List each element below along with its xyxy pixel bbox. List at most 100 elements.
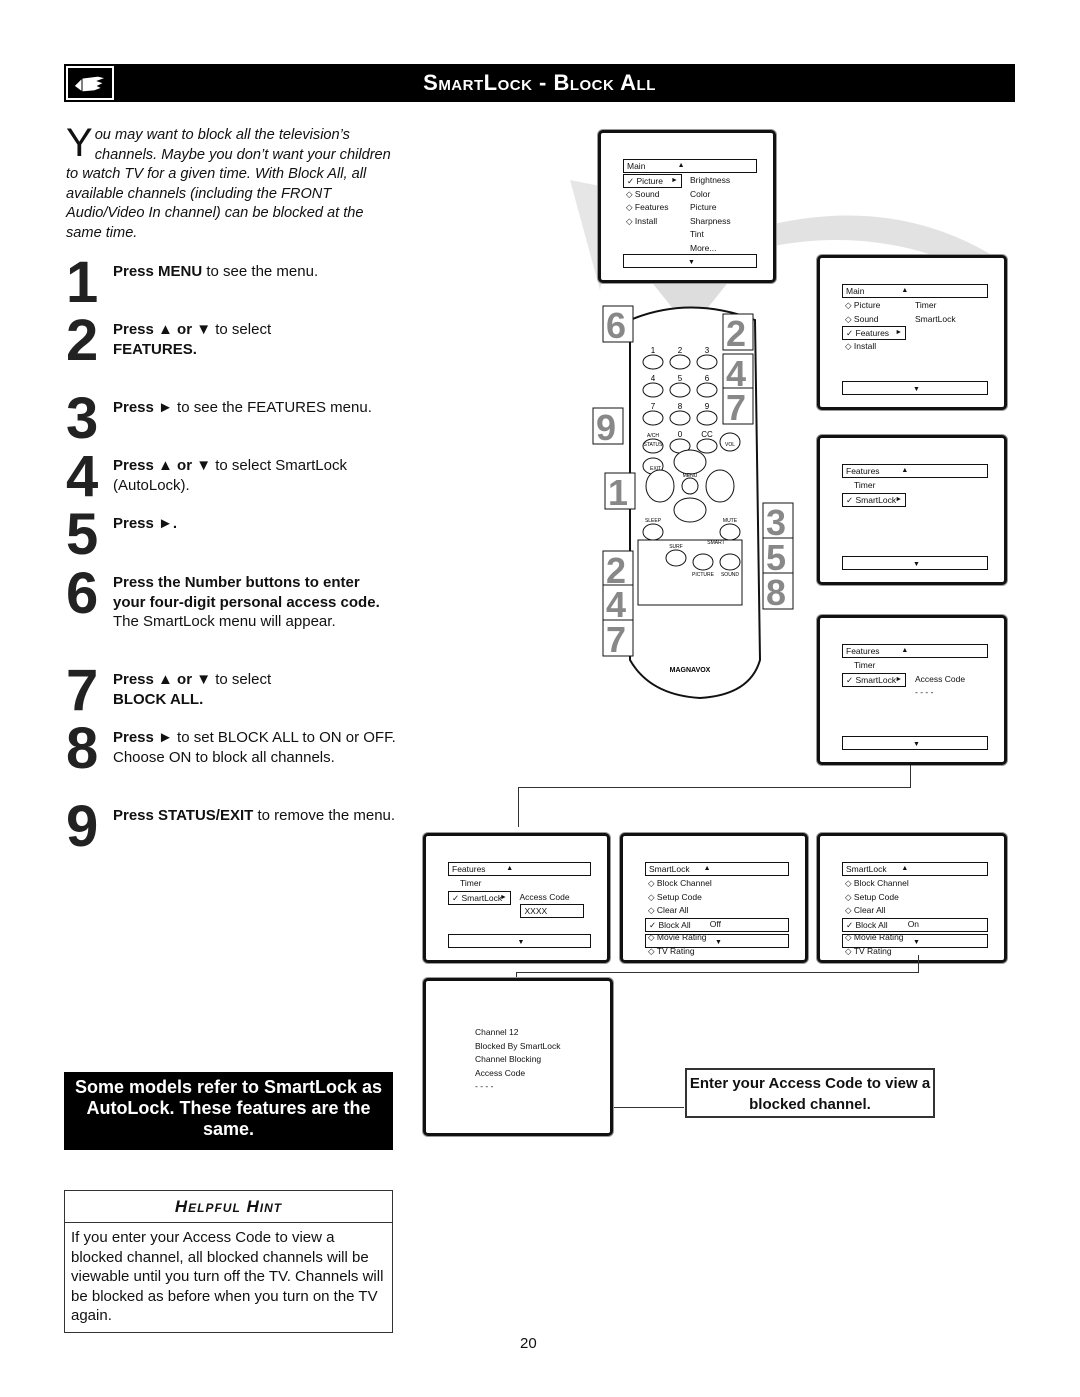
menu-item[interactable]: ✓ SmartLock ► [842, 672, 907, 687]
step-text: Press the Number buttons to enter your f… [113, 573, 396, 632]
remote-button-2[interactable] [669, 354, 691, 370]
remote-button-sleep[interactable] [642, 523, 664, 541]
remote-button-picture[interactable] [692, 553, 714, 571]
step-number: 5 [66, 502, 98, 567]
menu-item-label: Features [634, 202, 669, 213]
step-callout-number: 8 [766, 572, 786, 613]
menu-item[interactable]: ◇ Setup Code [645, 891, 702, 903]
remote-button-sound[interactable] [719, 553, 741, 571]
menu-item[interactable]: ◇ Block Channel [645, 877, 712, 889]
menu-item-label: Clear All [853, 905, 886, 916]
menu-bottom-bar: ▼ [842, 736, 988, 750]
menu-item[interactable]: ◇ Setup Code [842, 891, 899, 903]
step-number: 3 [66, 386, 98, 451]
step-9: 9 Press STATUS/EXIT to remove the menu. [66, 798, 396, 856]
menu-screen: Features ▲ Timer ✓ SmartLock ► Access Code - … [817, 615, 1007, 765]
menu-item-label: Block All [855, 919, 888, 930]
down-arrow-icon: ▼ [517, 939, 525, 946]
step-plain: to see the menu. [202, 263, 319, 280]
diamond-icon: ◇ [845, 905, 852, 916]
menu-item-label: Timer [854, 480, 876, 490]
page-title: SmartLock - Block All [64, 64, 1015, 102]
menu-subitem-label: SmartLock [915, 313, 956, 324]
hint-title: Helpful Hint [65, 1191, 392, 1223]
menu-item-label: Sound [853, 313, 879, 324]
step-text: Press MENU to see the menu. [113, 262, 396, 282]
menu-screen: SmartLock ▲ ◇ Block Channel ◇ Setup Code ◇ C… [620, 833, 808, 963]
remote-button-down[interactable] [673, 497, 707, 523]
remote-button-surf[interactable] [665, 549, 687, 567]
remote-button-7[interactable] [642, 410, 664, 426]
blocked-line: Channel Blocking [475, 1054, 542, 1065]
menu-subitem-label: Access Code [915, 673, 966, 684]
menu-subitem-label: Color [690, 188, 711, 199]
menu-title: Features [846, 466, 880, 476]
menu-item[interactable]: ◇ Clear All [645, 904, 689, 916]
menu-screen: Features ▲ Timer ✓ SmartLock ► ▼ [817, 435, 1007, 585]
menu-item-label: Setup Code [656, 891, 702, 902]
menu-subitem-label: Picture [690, 202, 717, 213]
intro-text: ou may want to block all the television’… [66, 127, 391, 241]
diamond-icon: ◇ [648, 905, 655, 916]
remote-key-label: 0 [678, 430, 683, 439]
up-arrow-icon: ▲ [901, 467, 909, 474]
connector-line [516, 972, 919, 973]
menu-item[interactable]: ◇ Sound [623, 188, 660, 200]
up-arrow-icon: ▲ [677, 162, 685, 169]
drop-cap: Y [66, 121, 93, 165]
remote-control: 1 2 34 5 67 8 9A/CH 0 CCSTATUSEXITVOLMENUSLEEP MU… [592, 305, 794, 700]
step-text: Press ► to see the FEATURES menu. [113, 398, 396, 418]
remote-button-menu[interactable] [681, 477, 699, 495]
remote-button-cc[interactable] [696, 438, 718, 454]
remote-button-8[interactable] [669, 410, 691, 426]
menu-item[interactable]: ✓ SmartLock ► [842, 492, 907, 507]
menu-item[interactable]: ◇ Features [623, 201, 668, 213]
remote-button-4[interactable] [642, 382, 664, 398]
access-code-callout: Enter your Access Code to view a blocked… [685, 1068, 935, 1118]
menu-item-label: Picture [636, 176, 663, 186]
menu-item[interactable]: Timer [448, 877, 481, 889]
remote-button-9[interactable] [696, 410, 718, 426]
step-callout-number: 1 [608, 472, 628, 513]
remote-key-label: VOL [725, 442, 735, 448]
remote-button-5[interactable] [669, 382, 691, 398]
remote-button-up[interactable] [673, 449, 707, 475]
menu-bottom-bar: ▼ [842, 381, 988, 395]
diamond-icon: ◇ [626, 202, 633, 213]
step-4: 4 Press ▲ or ▼ to select SmartLock (AutoL… [66, 448, 396, 506]
menu-item[interactable]: ✓ Features ► [842, 326, 907, 341]
menu-item[interactable]: ◇ Install [842, 340, 876, 352]
remote-button-left[interactable] [645, 469, 675, 503]
up-arrow-icon: ▲ [901, 287, 909, 294]
remote-button-3[interactable] [696, 354, 718, 370]
down-arrow-icon: ▼ [913, 386, 920, 393]
menu-subitem: Timer [915, 299, 936, 311]
menu-item[interactable]: ◇ Install [623, 215, 657, 227]
menu-subitem-label: Access Code [519, 891, 570, 902]
menu-item[interactable]: ◇ Picture [842, 299, 880, 311]
menu-item[interactable]: ✓ Picture ► [623, 174, 682, 188]
menu-item-label: SmartLock [461, 892, 503, 903]
remote-button-right[interactable] [705, 469, 735, 503]
menu-item[interactable]: Timer [842, 479, 875, 491]
remote-key-label: STATUS [644, 442, 664, 448]
step-bold: Press ► [113, 399, 173, 416]
menu-item[interactable]: ◇ Clear All [842, 904, 886, 916]
menu-item[interactable]: ◇ Sound [842, 313, 879, 325]
remote-button-1[interactable] [642, 354, 664, 370]
hint-body: If you enter your Access Code to view a … [71, 1229, 384, 1324]
step-8: 8 Press ► to set BLOCK ALL to ON or OFF. … [66, 720, 396, 778]
remote-button-6[interactable] [696, 382, 718, 398]
menu-title-bar: SmartLock ▲ [842, 862, 988, 876]
menu-item[interactable]: Timer [842, 659, 875, 671]
step-number: 6 [66, 561, 98, 626]
step-text: Press ▲ or ▼ to select BLOCK ALL. [113, 670, 396, 709]
step-1: 1 Press MENU to see the menu. [66, 254, 396, 312]
remote-button-mute[interactable] [719, 523, 741, 541]
menu-item[interactable]: ✓ SmartLock ► [448, 890, 511, 905]
menu-item[interactable]: ◇ Block Channel [842, 877, 909, 889]
down-arrow-icon: ▼ [688, 259, 695, 266]
step-bold: Press the Number buttons to enter your f… [113, 574, 380, 611]
menu-subitem: Access Code [915, 673, 965, 685]
menu-bottom-bar: ▼ [623, 254, 757, 268]
